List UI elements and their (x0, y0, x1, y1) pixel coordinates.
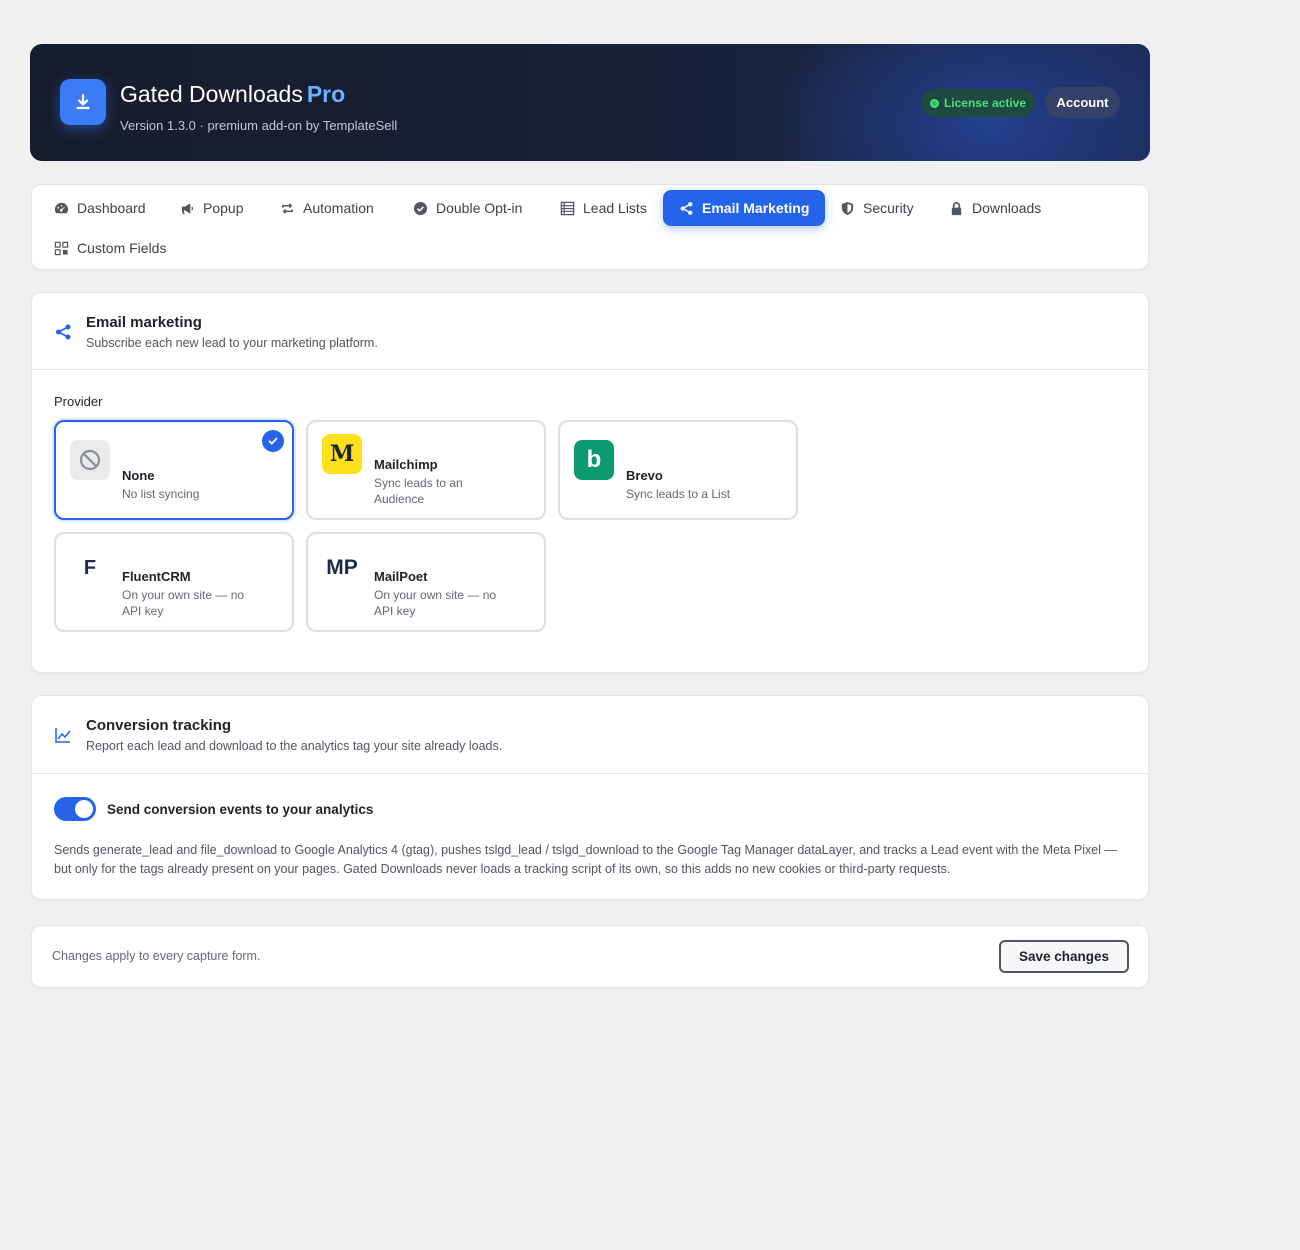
provider-card-fluentcrm[interactable]: F FluentCRM On your own site — no API ke… (54, 532, 294, 632)
megaphone-icon (181, 202, 194, 214)
tab-label: Popup (203, 200, 244, 216)
provider-name: MailPoet (374, 569, 428, 584)
pro-badge: Pro (306, 81, 346, 107)
tab-downloads[interactable]: Downloads (949, 190, 1041, 226)
download-icon (60, 79, 106, 125)
save-button[interactable]: Save changes (999, 940, 1129, 973)
selected-check-icon (262, 430, 284, 452)
mailpoet-logo-icon: MP (326, 556, 358, 579)
account-button[interactable]: Account (1045, 87, 1120, 118)
section-header: Email marketing Subscribe each new lead … (32, 293, 1148, 370)
tab-label: Dashboard (77, 200, 146, 216)
fluentcrm-logo-icon: F (83, 556, 97, 579)
license-status-badge: License active (921, 89, 1035, 117)
tab-custom-fields[interactable]: Custom Fields (54, 230, 166, 266)
provider-name: Mailchimp (374, 457, 438, 472)
tab-security[interactable]: Security (840, 190, 914, 226)
tab-label: Security (863, 200, 914, 216)
app-version: Version 1.3.0 · premium add-on by Templa… (120, 118, 398, 133)
conversion-events-toggle[interactable] (54, 797, 96, 821)
tab-label: Email Marketing (702, 200, 810, 216)
provider-card-mailpoet[interactable]: MP MailPoet On your own site — no API ke… (306, 532, 546, 632)
tab-double-opt-in[interactable]: Double Opt-in (413, 190, 522, 226)
email-marketing-panel: Email marketing Subscribe each new lead … (31, 292, 1149, 673)
provider-card-mailchimp[interactable]: M Mailchimp Sync leads to an Audience (306, 420, 546, 520)
tab-label: Lead Lists (583, 200, 647, 216)
share-icon (56, 324, 71, 340)
provider-description: On your own site — no API key (374, 588, 497, 618)
toggle-knob (75, 800, 93, 818)
tab-lead-lists[interactable]: Lead Lists (560, 190, 647, 226)
lock-icon (951, 201, 962, 215)
conversion-tracking-panel: Conversion tracking Report each lead and… (31, 695, 1149, 900)
section-description: Report each lead and download to the ana… (86, 739, 503, 753)
provider-description: Sync leads to an Audience (374, 476, 463, 506)
provider-description: On your own site — no API key (122, 588, 245, 618)
license-label: License active (943, 96, 1027, 110)
tab-email-marketing[interactable]: Email Marketing (663, 190, 826, 226)
tab-label: Custom Fields (77, 240, 167, 256)
section-title: Conversion tracking (86, 717, 232, 734)
save-footer: Changes apply to every capture form. Sav… (31, 925, 1149, 988)
tab-label: Double Opt-in (436, 200, 523, 216)
list-icon (560, 201, 575, 215)
ban-icon (70, 440, 110, 480)
gauge-icon (54, 202, 68, 213)
check-circle-icon (413, 201, 428, 215)
section-header: Conversion tracking Report each lead and… (32, 696, 1148, 774)
provider-description: Sync leads to a List (626, 487, 731, 501)
provider-name: Brevo (626, 468, 663, 483)
app-title: Gated Downloads Pro (120, 81, 346, 107)
provider-name: FluentCRM (122, 569, 191, 584)
settings-tabs: Dashboard Popup Automation Double Opt-in… (31, 184, 1149, 270)
grid-icon (54, 241, 69, 255)
section-description: Subscribe each new lead to your marketin… (86, 336, 378, 350)
tab-popup[interactable]: Popup (180, 190, 243, 226)
status-dot-icon (929, 98, 939, 108)
repeat-icon (282, 202, 293, 214)
brevo-logo-icon: b (574, 440, 614, 480)
app-header: Gated Downloads Pro Version 1.3.0 · premi… (30, 44, 1150, 161)
share-icon (680, 201, 693, 215)
provider-card-brevo[interactable]: b Brevo Sync leads to a List (558, 420, 798, 520)
conversion-details-text: Sends generate_lead and file_download to… (54, 843, 1117, 876)
footer-note: Changes apply to every capture form. (52, 949, 261, 963)
toggle-label: Send conversion events to your analytics (107, 802, 374, 817)
provider-description: No list syncing (122, 487, 200, 501)
provider-label: Provider (54, 394, 103, 409)
tab-automation[interactable]: Automation (280, 190, 374, 226)
shield-icon (841, 201, 854, 215)
tab-dashboard[interactable]: Dashboard (54, 190, 146, 226)
chart-line-icon (55, 728, 71, 743)
mailchimp-logo-icon: M (322, 434, 362, 474)
tab-label: Automation (303, 200, 374, 216)
provider-name: None (122, 468, 155, 483)
tab-label: Downloads (972, 200, 1042, 216)
section-title: Email marketing (86, 314, 202, 331)
provider-card-none[interactable]: None No list syncing (54, 420, 294, 520)
